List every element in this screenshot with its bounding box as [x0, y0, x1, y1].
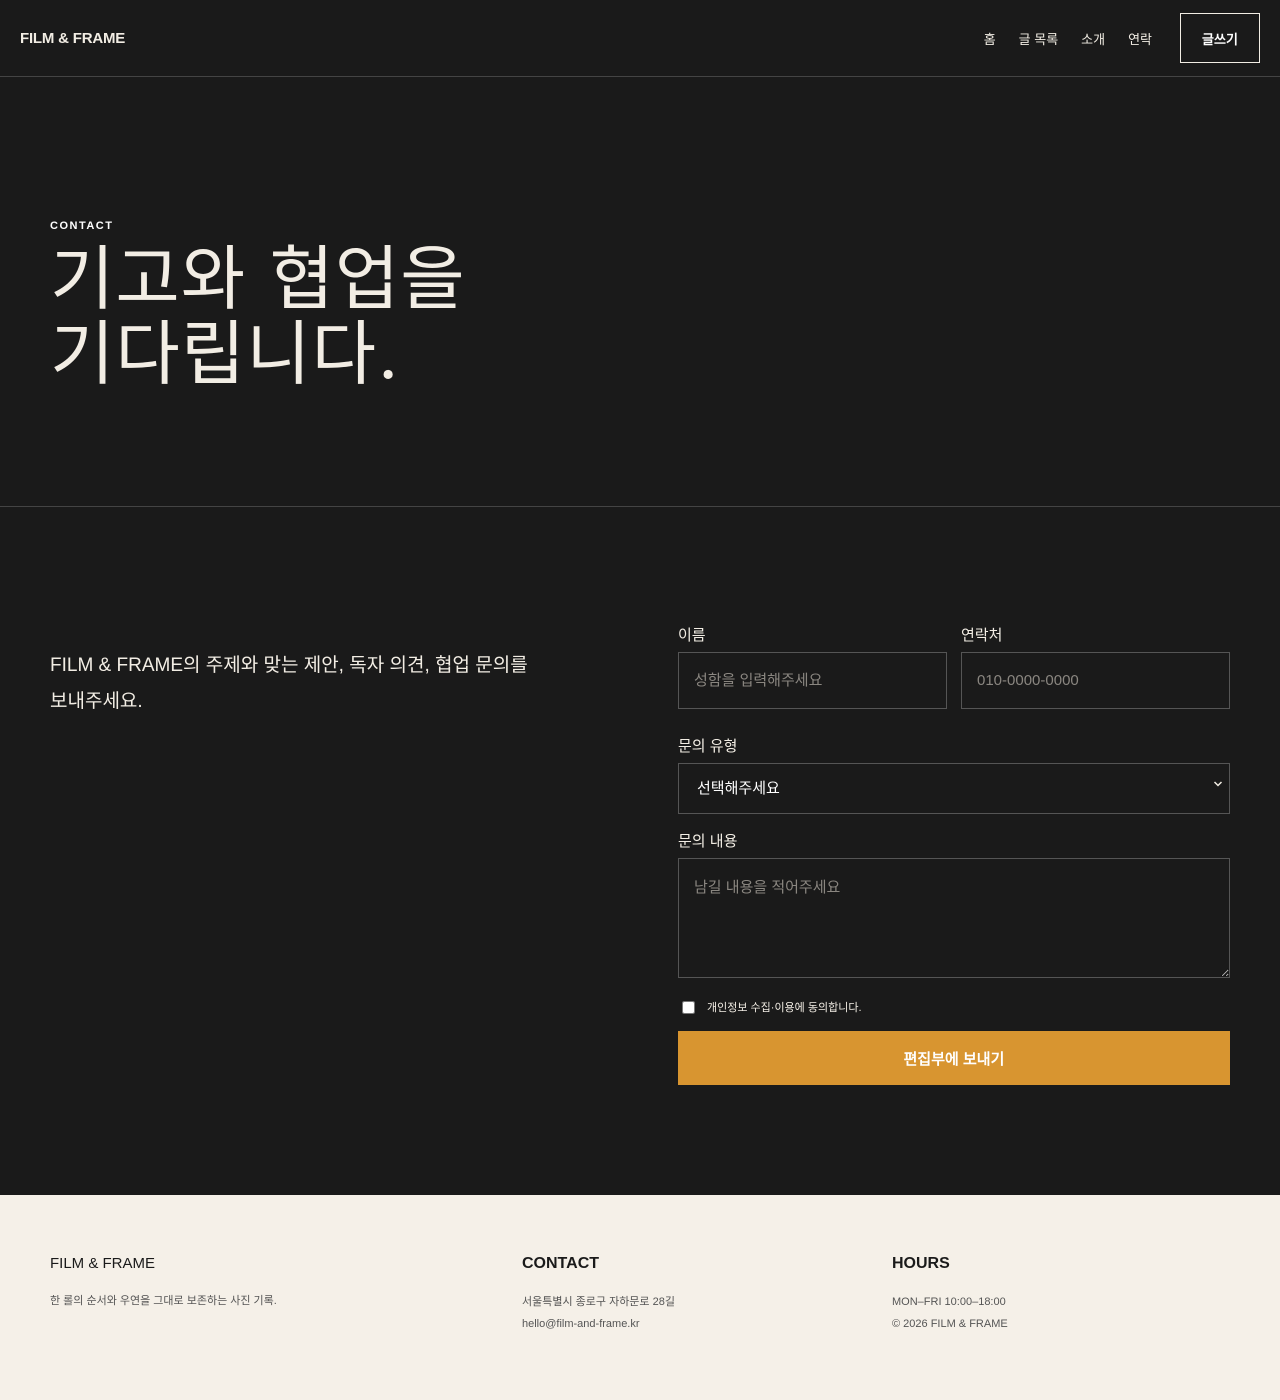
footer-hours-column: HOURS MON–FRI 10:00–18:00 © 2026 FILM & …	[892, 1255, 1008, 1400]
intro-block: FILM & FRAME의 주제와 맞는 제안, 독자 의견, 협업 문의를 보…	[50, 624, 678, 1195]
main-nav: 홈 글 목록 소개 연락 글쓰기	[984, 13, 1260, 63]
name-label: 이름	[678, 627, 706, 644]
footer-hours-title: HOURS	[892, 1255, 950, 1272]
footer-copyright: © 2026 FILM & FRAME	[892, 1318, 1008, 1330]
message-label: 문의 내용	[678, 833, 738, 850]
inquiry-type-select[interactable]: 선택해주세요	[678, 763, 1230, 814]
footer-brand-title: FILM & FRAME	[50, 1255, 156, 1272]
site-footer: FILM & FRAME 한 롤의 순서와 우연을 그대로 보존하는 사진 기록…	[0, 1195, 1280, 1400]
phone-label: 연락처	[961, 627, 1003, 644]
consent-label[interactable]: 개인정보 수집·이용에 동의합니다.	[707, 999, 862, 1015]
site-header: FILM & FRAME 홈 글 목록 소개 연락 글쓰기	[0, 0, 1280, 77]
phone-input[interactable]	[961, 652, 1230, 709]
consent-row: 개인정보 수집·이용에 동의합니다.	[678, 998, 1230, 1016]
hero-section: CONTACT 기고와 협업을 기다립니다.	[0, 77, 1280, 507]
name-input[interactable]	[678, 652, 947, 709]
brand-logo[interactable]: FILM & FRAME	[20, 30, 125, 47]
submit-button[interactable]: 편집부에 보내기	[678, 1031, 1230, 1085]
message-textarea[interactable]	[678, 858, 1230, 978]
inquiry-type-wrap: 선택해주세요	[678, 763, 1230, 814]
footer-contact-column: CONTACT 서울특별시 종로구 자하문로 28길 hello@film-an…	[522, 1255, 892, 1400]
footer-contact-title: CONTACT	[522, 1255, 600, 1272]
nav-contact[interactable]: 연락	[1128, 29, 1152, 48]
footer-brand-column: FILM & FRAME 한 롤의 순서와 우연을 그대로 보존하는 사진 기록…	[50, 1255, 522, 1400]
hero-eyebrow: CONTACT	[50, 220, 114, 232]
footer-email[interactable]: hello@film-and-frame.kr	[522, 1313, 892, 1335]
phone-field-group: 연락처	[961, 624, 1230, 709]
nav-posts[interactable]: 글 목록	[1019, 29, 1059, 48]
inquiry-type-label: 문의 유형	[678, 738, 738, 755]
intro-text: FILM & FRAME의 주제와 맞는 제안, 독자 의견, 협업 문의를 보…	[50, 655, 528, 712]
write-button[interactable]: 글쓰기	[1180, 13, 1260, 63]
page-title-line-2: 기다립니다.	[50, 313, 401, 395]
page-title-line-1: 기고와 협업을	[50, 238, 466, 320]
footer-brand-desc: 한 롤의 순서와 우연을 그대로 보존하는 사진 기록.	[50, 1295, 277, 1307]
contact-section: FILM & FRAME의 주제와 맞는 제안, 독자 의견, 협업 문의를 보…	[0, 507, 1280, 1195]
page-title: 기고와 협업을 기다립니다.	[50, 242, 1230, 392]
contact-form: 이름 연락처 문의 유형 선택해주세요 문의 내용 개인정보 수집·이용에 동의…	[678, 624, 1230, 1195]
nav-home[interactable]: 홈	[984, 29, 996, 48]
name-field-group: 이름	[678, 624, 947, 709]
name-phone-row: 이름 연락처	[678, 624, 1230, 709]
nav-about[interactable]: 소개	[1081, 29, 1105, 48]
footer-address: 서울특별시 종로구 자하문로 28길	[522, 1296, 675, 1308]
footer-hours: MON–FRI 10:00–18:00	[892, 1296, 1006, 1308]
consent-checkbox[interactable]	[682, 1000, 695, 1014]
